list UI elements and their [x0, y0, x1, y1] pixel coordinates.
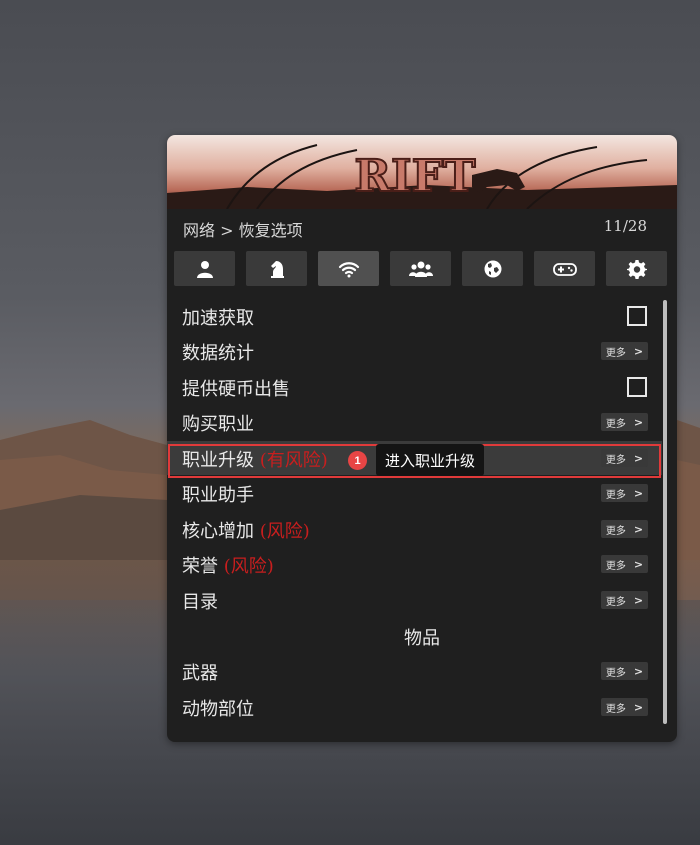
scrollbar[interactable] — [663, 300, 667, 724]
chevron-right-icon: > — [633, 486, 644, 500]
risk-label: (风险) — [259, 521, 310, 542]
menu-item-label: 职业升级 (有风险) — [182, 450, 328, 471]
menu-item-label: 数据统计 — [182, 343, 254, 364]
chevron-right-icon: > — [633, 415, 644, 429]
menu-item-label: 购买职业 — [182, 414, 254, 435]
gamepad-icon — [552, 262, 577, 276]
more-button[interactable]: 更多 > — [601, 413, 648, 431]
menu-item-buy-role[interactable]: 购买职业 更多 > — [167, 405, 662, 439]
menu-item-label: 动物部位 — [182, 699, 254, 720]
menu-item-weapons[interactable]: 武器 更多 > — [167, 654, 662, 688]
fast-acquire-checkbox[interactable] — [627, 306, 647, 326]
more-button[interactable]: 更多 > — [601, 449, 648, 467]
chevron-right-icon: > — [633, 522, 644, 536]
user-icon — [196, 260, 213, 278]
breadcrumb: 网络 > 恢复选项 — [183, 221, 303, 240]
risk-label: (风险) — [223, 556, 274, 577]
more-button[interactable]: 更多 > — [601, 555, 648, 573]
chevron-right-icon: > — [633, 451, 644, 465]
menu-item-sell-coins[interactable]: 提供硬币出售 — [167, 370, 662, 404]
menu-item-core-increase[interactable]: 核心增加 (风险) 更多 > — [167, 512, 662, 546]
rift-logo: RIFT — [354, 151, 475, 202]
menu-item-label: 武器 — [182, 663, 218, 684]
menu-item-label: 加速获取 — [182, 308, 254, 329]
wifi-icon — [338, 261, 359, 277]
section-title-items: 物品 — [404, 628, 440, 649]
menu-item-label: 荣誉 (风险) — [182, 556, 274, 577]
header-banner: RIFT — [167, 135, 677, 209]
tab-world[interactable] — [462, 251, 523, 286]
menu-item-fast-acquire[interactable]: 加速获取 — [167, 299, 662, 333]
tab-misc[interactable] — [534, 251, 595, 286]
more-button[interactable]: 更多 > — [601, 520, 648, 538]
chevron-right-icon: > — [633, 344, 644, 358]
chevron-right-icon: > — [633, 593, 644, 607]
more-button[interactable]: 更多 > — [601, 342, 648, 360]
page-counter: 11/28 — [603, 217, 647, 235]
menu-item-honor[interactable]: 荣誉 (风险) 更多 > — [167, 547, 662, 581]
menu-item-role-assistant[interactable]: 职业助手 更多 > — [167, 476, 662, 510]
tab-network[interactable] — [318, 251, 379, 286]
instruction-tooltip: 进入职业升级 — [376, 444, 485, 476]
chevron-right-icon: > — [633, 557, 644, 571]
tab-settings[interactable] — [606, 251, 667, 286]
menu-item-label: 提供硬币出售 — [182, 379, 290, 400]
globe-icon — [484, 260, 501, 277]
gear-icon — [626, 259, 647, 279]
more-button[interactable]: 更多 > — [601, 698, 648, 716]
more-button[interactable]: 更多 > — [601, 591, 648, 609]
more-button[interactable]: 更多 > — [601, 662, 648, 680]
more-button[interactable]: 更多 > — [601, 484, 648, 502]
chevron-right-icon: > — [633, 700, 644, 714]
tab-horse[interactable] — [246, 251, 307, 286]
menu-item-catalog[interactable]: 目录 更多 > — [167, 583, 662, 617]
chevron-right-icon: > — [633, 664, 644, 678]
chess-knight-icon — [270, 260, 284, 278]
step-badge: 1 — [348, 451, 367, 470]
menu-panel: RIFT 网络 > 恢复选项 11/28 加速获取 数据统计 更多 > 提供硬币… — [167, 135, 677, 742]
menu-item-label: 职业助手 — [182, 485, 254, 506]
users-icon — [408, 261, 433, 277]
menu-item-statistics[interactable]: 数据统计 更多 > — [167, 334, 662, 368]
menu-item-label: 核心增加 (风险) — [182, 521, 310, 542]
tab-player[interactable] — [174, 251, 235, 286]
tab-online[interactable] — [390, 251, 451, 286]
risk-label: (有风险) — [259, 450, 328, 471]
sell-coins-checkbox[interactable] — [627, 377, 647, 397]
menu-item-label: 目录 — [182, 592, 218, 613]
menu-item-animal-parts[interactable]: 动物部位 更多 > — [167, 690, 662, 724]
